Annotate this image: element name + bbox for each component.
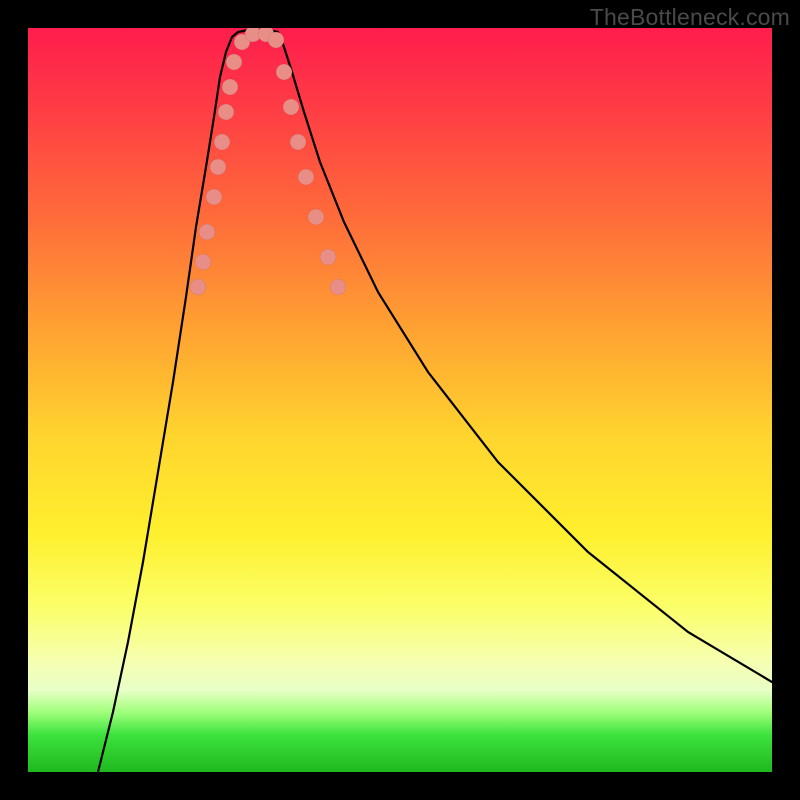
marker-group-right <box>276 64 346 295</box>
marker-bead <box>268 32 284 48</box>
marker-bead <box>195 254 211 270</box>
watermark-text: TheBottleneck.com <box>590 4 790 31</box>
marker-bead <box>218 104 234 120</box>
marker-bead <box>308 209 324 225</box>
marker-bead <box>190 279 206 295</box>
marker-bead <box>226 54 242 70</box>
marker-bead <box>320 249 336 265</box>
marker-bead <box>206 189 222 205</box>
marker-bead <box>283 99 299 115</box>
marker-bead <box>199 224 215 240</box>
curve-right <box>278 32 772 682</box>
marker-bead <box>222 79 238 95</box>
marker-bead <box>276 64 292 80</box>
chart-frame: TheBottleneck.com <box>0 0 800 800</box>
marker-bead <box>290 134 306 150</box>
chart-plot-area <box>28 28 772 772</box>
marker-group-left <box>190 54 242 295</box>
marker-bead <box>214 134 230 150</box>
chart-svg <box>28 28 772 772</box>
marker-bead <box>210 159 226 175</box>
marker-bead <box>298 169 314 185</box>
marker-bead <box>330 279 346 295</box>
